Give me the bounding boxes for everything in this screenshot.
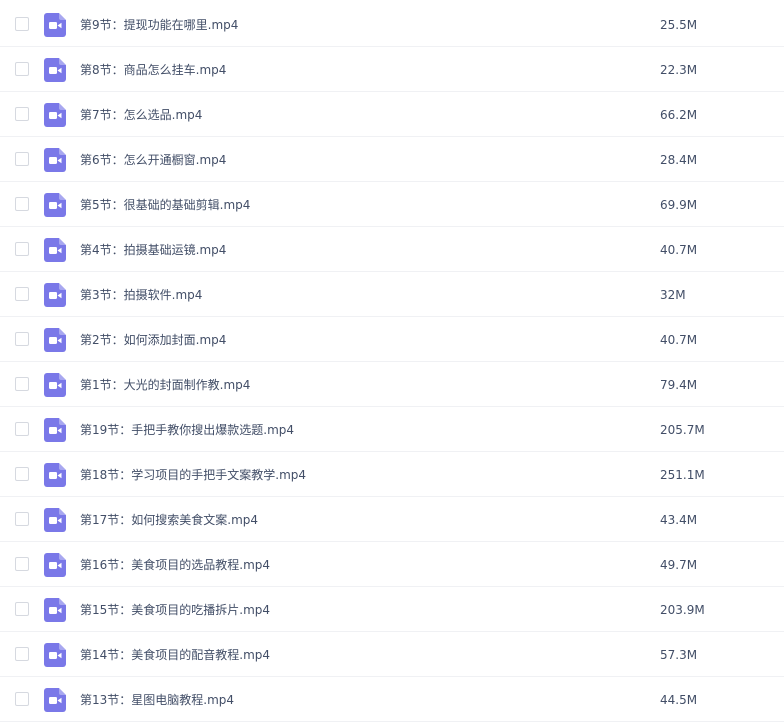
file-row[interactable]: 第3节：拍摄软件.mp4 32M [0, 273, 784, 317]
file-row[interactable]: 第1节：大光的封面制作教.mp4 79.4M [0, 363, 784, 407]
video-file-icon [44, 148, 66, 172]
row-checkbox[interactable] [15, 152, 29, 166]
file-name[interactable]: 第5节：很基础的基础剪辑.mp4 [80, 183, 250, 227]
row-checkbox[interactable] [15, 287, 29, 301]
file-name[interactable]: 第1节：大光的封面制作教.mp4 [80, 363, 250, 407]
video-file-icon [44, 418, 66, 442]
file-name[interactable]: 第3节：拍摄软件.mp4 [80, 273, 202, 317]
video-file-icon [44, 508, 66, 532]
video-file-icon [44, 58, 66, 82]
row-checkbox[interactable] [15, 377, 29, 391]
row-checkbox[interactable] [15, 332, 29, 346]
file-name[interactable]: 第4节：拍摄基础运镜.mp4 [80, 228, 226, 272]
file-name[interactable]: 第18节：学习项目的手把手文案教学.mp4 [80, 453, 306, 497]
file-name[interactable]: 第16节：美食项目的选品教程.mp4 [80, 543, 270, 587]
file-row[interactable]: 第6节：怎么开通橱窗.mp4 28.4M [0, 138, 784, 182]
file-size: 203.9M [660, 603, 705, 617]
video-file-icon [44, 193, 66, 217]
video-file-icon [44, 598, 66, 622]
row-checkbox[interactable] [15, 62, 29, 76]
file-row[interactable]: 第9节：提现功能在哪里.mp4 25.5M [0, 3, 784, 47]
file-name[interactable]: 第19节：手把手教你搜出爆款选题.mp4 [80, 408, 294, 452]
row-checkbox[interactable] [15, 107, 29, 121]
row-checkbox[interactable] [15, 242, 29, 256]
file-size: 32M [660, 288, 686, 302]
file-size: 57.3M [660, 648, 698, 662]
row-checkbox[interactable] [15, 512, 29, 526]
video-file-icon [44, 103, 66, 127]
file-name[interactable]: 第6节：怎么开通橱窗.mp4 [80, 138, 226, 182]
file-size: 43.4M [660, 513, 698, 527]
file-row[interactable]: 第7节：怎么选品.mp4 66.2M [0, 93, 784, 137]
file-size: 79.4M [660, 378, 698, 392]
video-file-icon [44, 328, 66, 352]
file-size: 205.7M [660, 423, 705, 437]
row-checkbox[interactable] [15, 602, 29, 616]
video-file-icon [44, 643, 66, 667]
row-checkbox[interactable] [15, 692, 29, 706]
file-size: 251.1M [660, 468, 705, 482]
file-row[interactable]: 第5节：很基础的基础剪辑.mp4 69.9M [0, 183, 784, 227]
file-row[interactable]: 第15节：美食项目的吃播拆片.mp4 203.9M [0, 588, 784, 632]
file-name[interactable]: 第8节：商品怎么挂车.mp4 [80, 48, 226, 92]
row-checkbox[interactable] [15, 647, 29, 661]
file-name[interactable]: 第2节：如何添加封面.mp4 [80, 318, 226, 362]
file-name[interactable]: 第17节：如何搜索美食文案.mp4 [80, 498, 258, 542]
file-size: 49.7M [660, 558, 698, 572]
file-row[interactable]: 第16节：美食项目的选品教程.mp4 49.7M [0, 543, 784, 587]
video-file-icon [44, 373, 66, 397]
video-file-icon [44, 283, 66, 307]
row-checkbox[interactable] [15, 422, 29, 436]
row-checkbox[interactable] [15, 467, 29, 481]
video-file-icon [44, 553, 66, 577]
file-row[interactable]: 第8节：商品怎么挂车.mp4 22.3M [0, 48, 784, 92]
file-row[interactable]: 第13节：星图电脑教程.mp4 44.5M [0, 678, 784, 722]
file-size: 69.9M [660, 198, 698, 212]
video-file-icon [44, 463, 66, 487]
row-checkbox[interactable] [15, 197, 29, 211]
file-size: 66.2M [660, 108, 698, 122]
file-name[interactable]: 第9节：提现功能在哪里.mp4 [80, 3, 238, 47]
file-row[interactable]: 第14节：美食项目的配音教程.mp4 57.3M [0, 633, 784, 677]
file-size: 40.7M [660, 243, 698, 257]
file-size: 44.5M [660, 693, 698, 707]
row-checkbox[interactable] [15, 17, 29, 31]
file-name[interactable]: 第15节：美食项目的吃播拆片.mp4 [80, 588, 270, 632]
file-name[interactable]: 第14节：美食项目的配音教程.mp4 [80, 633, 270, 677]
video-file-icon [44, 13, 66, 37]
file-list: 第9节：提现功能在哪里.mp4 25.5M 第8节：商品怎么挂车.mp4 22.3M 第… [0, 0, 784, 723]
file-name[interactable]: 第7节：怎么选品.mp4 [80, 93, 202, 137]
file-size: 28.4M [660, 153, 698, 167]
row-checkbox[interactable] [15, 557, 29, 571]
file-row[interactable]: 第17节：如何搜索美食文案.mp4 43.4M [0, 498, 784, 542]
video-file-icon [44, 688, 66, 712]
file-size: 40.7M [660, 333, 698, 347]
file-row[interactable]: 第2节：如何添加封面.mp4 40.7M [0, 318, 784, 362]
file-size: 25.5M [660, 18, 698, 32]
video-file-icon [44, 238, 66, 262]
file-row[interactable]: 第18节：学习项目的手把手文案教学.mp4 251.1M [0, 453, 784, 497]
file-name[interactable]: 第13节：星图电脑教程.mp4 [80, 678, 234, 722]
file-row[interactable]: 第19节：手把手教你搜出爆款选题.mp4 205.7M [0, 408, 784, 452]
file-size: 22.3M [660, 63, 698, 77]
file-row[interactable]: 第4节：拍摄基础运镜.mp4 40.7M [0, 228, 784, 272]
